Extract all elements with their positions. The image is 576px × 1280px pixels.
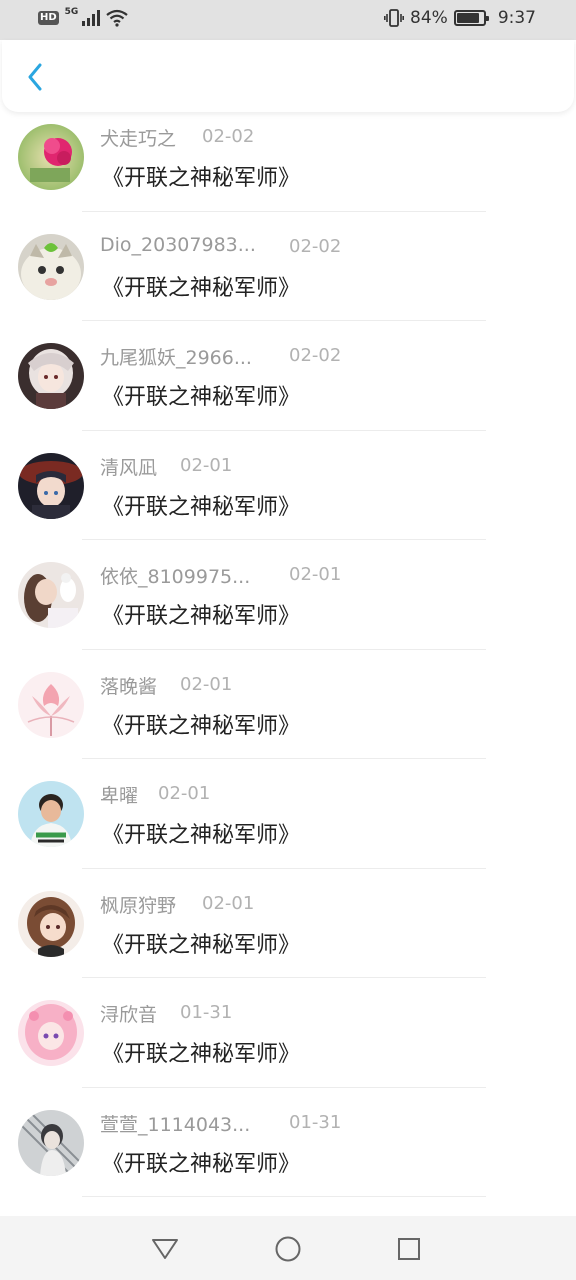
list-item[interactable]: 浔欣音 01-31 《开联之神秘军师》 bbox=[0, 978, 576, 1088]
comment-date: 02-01 bbox=[180, 454, 233, 476]
list-item[interactable]: 九尾狐妖_2966... 02-02 《开联之神秘军师》 bbox=[0, 321, 576, 431]
vibrate-icon bbox=[384, 9, 405, 27]
circle-home-icon bbox=[275, 1236, 301, 1262]
divider bbox=[82, 1196, 486, 1197]
battery-icon bbox=[453, 10, 489, 26]
comment-date: 01-31 bbox=[180, 1002, 233, 1023]
list-item[interactable]: Dio_20307983... 02-02 《开联之神秘军师》 bbox=[0, 212, 576, 321]
signal-icon bbox=[82, 10, 101, 26]
username[interactable]: 九尾狐妖_2966... bbox=[100, 343, 252, 370]
nav-back-button[interactable] bbox=[148, 1232, 182, 1266]
avatar[interactable] bbox=[18, 233, 84, 300]
avatar[interactable] bbox=[18, 1109, 84, 1176]
comment-list: 犬走巧之 02-02 《开联之神秘军师》 Dio_20307983... 02-… bbox=[0, 102, 576, 1197]
comment-text: 《开联之神秘军师》 bbox=[102, 385, 301, 410]
hd-badge: HD bbox=[38, 11, 59, 25]
list-item[interactable]: 落晚酱 02-01 《开联之神秘军师》 bbox=[0, 650, 576, 759]
comment-date: 02-02 bbox=[289, 235, 342, 257]
nav-home-button[interactable] bbox=[271, 1232, 305, 1266]
comment-text: 《开联之神秘军师》 bbox=[102, 275, 301, 301]
list-item[interactable]: 卑曜 02-01 《开联之神秘军师》 bbox=[0, 759, 576, 869]
comment-date: 02-01 bbox=[158, 783, 211, 804]
avatar[interactable] bbox=[18, 1000, 84, 1066]
triangle-back-icon bbox=[152, 1239, 178, 1259]
clock: 9:37 bbox=[497, 8, 536, 28]
comment-date: 02-01 bbox=[202, 892, 255, 914]
battery-percent: 84% bbox=[410, 8, 448, 28]
list-item[interactable]: 清风凪 02-01 《开联之神秘军师》 bbox=[0, 431, 576, 540]
avatar[interactable] bbox=[18, 124, 84, 190]
username[interactable]: 枫原狩野 bbox=[100, 891, 176, 918]
square-recents-icon bbox=[398, 1238, 420, 1260]
username[interactable]: 清风凪 bbox=[100, 453, 157, 480]
avatar[interactable] bbox=[18, 890, 84, 957]
comment-text: 《开联之神秘军师》 bbox=[102, 604, 301, 629]
comment-text: 《开联之神秘军师》 bbox=[102, 713, 301, 739]
comment-date: 01-31 bbox=[289, 1111, 342, 1133]
list-item[interactable]: 犬走巧之 02-02 《开联之神秘军师》 bbox=[0, 102, 576, 212]
top-header bbox=[2, 40, 574, 112]
list-item[interactable]: 依依_8109975... 02-01 《开联之神秘军师》 bbox=[0, 540, 576, 650]
avatar[interactable] bbox=[18, 343, 84, 409]
back-button[interactable] bbox=[20, 60, 50, 94]
username[interactable]: 依依_8109975... bbox=[100, 562, 250, 589]
username[interactable]: 卑曜 bbox=[100, 781, 138, 808]
avatar[interactable] bbox=[18, 781, 84, 847]
avatar[interactable] bbox=[18, 562, 84, 628]
comment-text: 《开联之神秘军师》 bbox=[102, 494, 301, 520]
comment-date: 02-02 bbox=[289, 345, 342, 366]
nav-recents-button[interactable] bbox=[392, 1232, 426, 1266]
comment-text: 《开联之神秘军师》 bbox=[102, 932, 301, 958]
status-left: HD 5G bbox=[38, 7, 129, 27]
username[interactable]: Dio_20307983... bbox=[100, 234, 256, 256]
comment-text: 《开联之神秘军师》 bbox=[102, 166, 301, 191]
username[interactable]: 萱萱_1114043... bbox=[100, 1110, 250, 1137]
comment-text: 《开联之神秘军师》 bbox=[102, 1042, 301, 1067]
status-bar: HD 5G 84% 9:37 bbox=[0, 0, 576, 40]
comment-date: 02-01 bbox=[289, 564, 342, 585]
chevron-left-icon bbox=[28, 63, 42, 91]
username[interactable]: 浔欣音 bbox=[100, 1000, 157, 1027]
comment-date: 02-01 bbox=[180, 673, 233, 695]
list-item[interactable]: 萱萱_1114043... 01-31 《开联之神秘军师》 bbox=[0, 1088, 576, 1197]
username[interactable]: 犬走巧之 bbox=[100, 124, 176, 151]
battery-fill bbox=[456, 13, 479, 23]
comment-date: 02-02 bbox=[202, 126, 255, 147]
username[interactable]: 落晚酱 bbox=[100, 672, 157, 699]
comment-text: 《开联之神秘军师》 bbox=[102, 823, 301, 848]
avatar[interactable] bbox=[18, 671, 84, 738]
comment-text: 《开联之神秘军师》 bbox=[102, 1151, 301, 1177]
system-nav-bar bbox=[0, 1216, 576, 1280]
avatar[interactable] bbox=[18, 452, 84, 519]
list-item[interactable]: 枫原狩野 02-01 《开联之神秘军师》 bbox=[0, 869, 576, 978]
status-right: 84% 9:37 bbox=[384, 8, 536, 28]
wifi-icon bbox=[106, 9, 129, 27]
network-type: 5G bbox=[64, 7, 79, 17]
